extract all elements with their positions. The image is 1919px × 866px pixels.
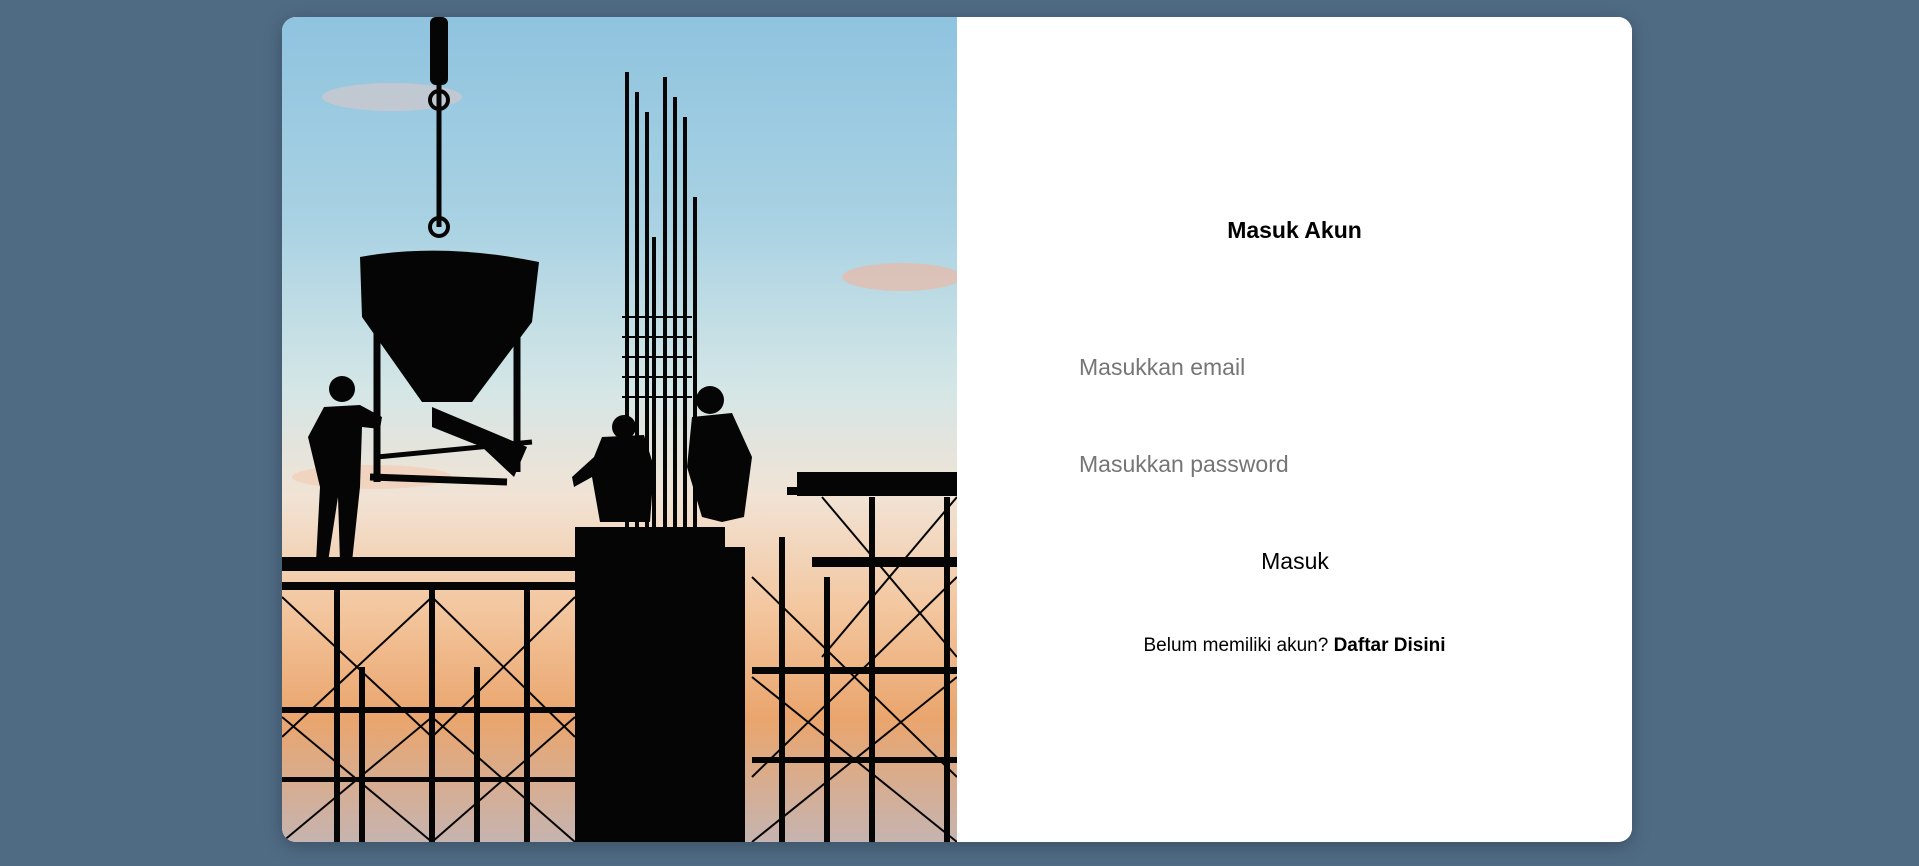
- email-input[interactable]: [1077, 345, 1516, 389]
- password-input[interactable]: [1077, 442, 1516, 486]
- login-title: Masuk Akun: [1227, 217, 1362, 243]
- login-card: Masuk Akun Masuk Belum memiliki akun? Da…: [282, 17, 1632, 842]
- construction-photo: [282, 17, 957, 842]
- login-button[interactable]: Masuk: [1240, 539, 1350, 583]
- register-link[interactable]: Daftar Disini: [1334, 635, 1446, 656]
- register-prompt: Belum memiliki akun? Daftar Disini: [957, 635, 1632, 657]
- register-prompt-text: Belum memiliki akun?: [1143, 635, 1329, 656]
- login-form-panel: Masuk Akun Masuk Belum memiliki akun? Da…: [957, 17, 1632, 842]
